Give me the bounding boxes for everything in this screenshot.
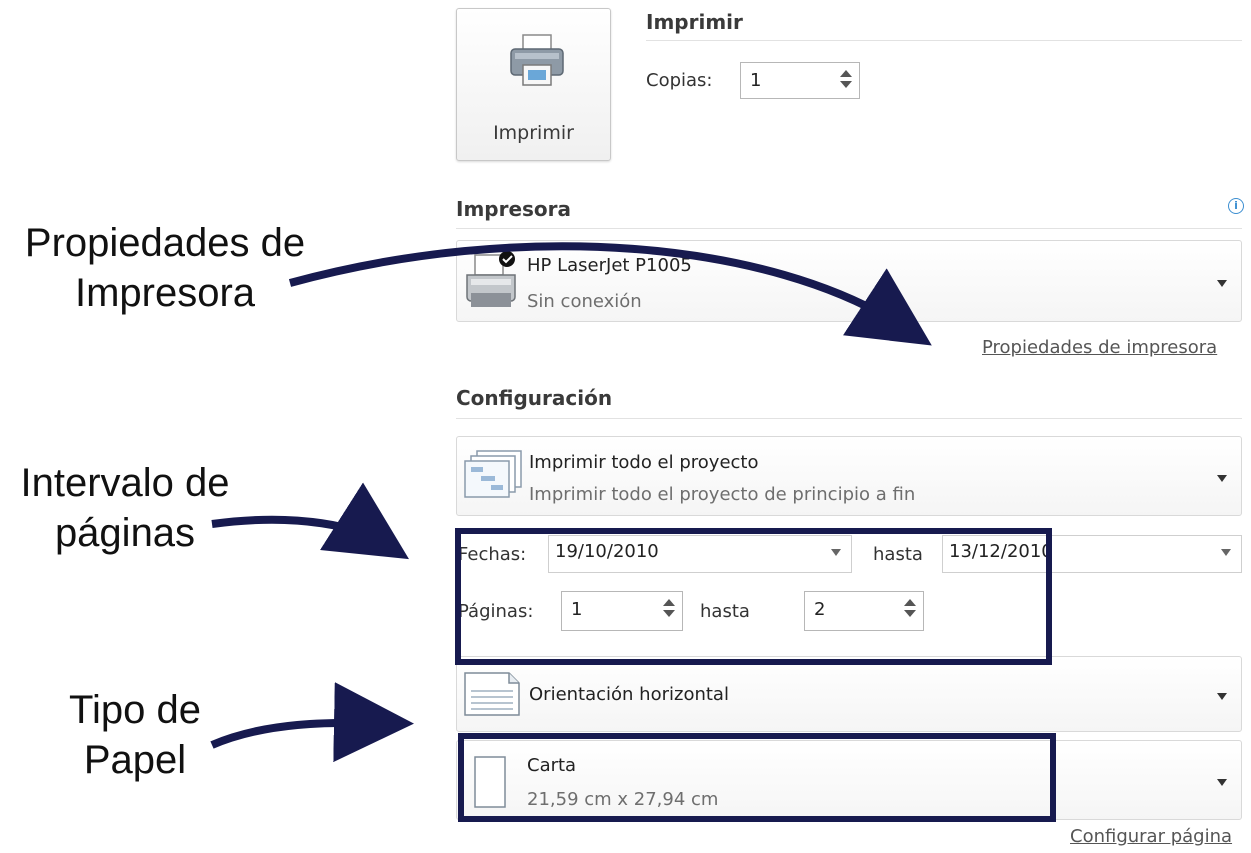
orientation-dropdown[interactable]: Orientación horizontal xyxy=(456,656,1242,732)
pages-to-spin-arrows[interactable] xyxy=(902,595,918,621)
chevron-down-icon[interactable] xyxy=(1221,549,1231,556)
callout-printer-properties: Propiedades de Impresora xyxy=(20,218,310,318)
pages-from-stepper[interactable]: 1 xyxy=(561,591,683,631)
orientation-label: Orientación horizontal xyxy=(529,684,729,705)
callout-paper-type-line-1: Tipo de xyxy=(69,688,201,732)
copies-spin-arrows[interactable] xyxy=(838,66,854,92)
spin-up-icon[interactable] xyxy=(904,599,916,606)
pages-from-value: 1 xyxy=(571,599,583,620)
spin-up-icon[interactable] xyxy=(840,70,852,77)
printer-status: Sin conexión xyxy=(527,291,642,312)
dates-to-label: hasta xyxy=(873,544,923,565)
chevron-down-icon[interactable] xyxy=(831,549,841,556)
pages-label: Páginas: xyxy=(458,601,534,622)
chevron-down-icon xyxy=(1217,280,1227,287)
print-section-title: Imprimir xyxy=(646,10,743,34)
printer-dropdown[interactable]: HP LaserJet P1005 Sin conexión xyxy=(456,240,1242,322)
info-icon[interactable]: i xyxy=(1228,198,1244,214)
date-to-value: 13/12/2010 xyxy=(949,541,1053,562)
settings-divider xyxy=(456,418,1242,419)
pages-to-label: hasta xyxy=(700,601,750,622)
print-range-dropdown[interactable]: Imprimir todo el proyecto Imprimir todo … xyxy=(456,436,1242,516)
printer-properties-link[interactable]: Propiedades de impresora xyxy=(982,337,1217,358)
project-pages-icon xyxy=(464,450,522,498)
printer-icon xyxy=(510,34,564,86)
callout-paper-type-line-2: Papel xyxy=(83,738,187,782)
spin-down-icon[interactable] xyxy=(904,610,916,617)
landscape-page-icon xyxy=(464,672,520,716)
print-range-title: Imprimir todo el proyecto xyxy=(529,452,759,473)
callout-page-range-line-2: páginas xyxy=(54,511,196,555)
chevron-down-icon xyxy=(1217,693,1227,700)
print-range-subtitle: Imprimir todo el proyecto de principio a… xyxy=(529,484,916,505)
arrow-to-paper-type xyxy=(210,682,414,763)
date-from-combobox[interactable]: 19/10/2010 xyxy=(548,535,852,573)
copies-label: Copias: xyxy=(646,70,713,91)
date-from-value: 19/10/2010 xyxy=(555,541,659,562)
pages-to-stepper[interactable]: 2 xyxy=(804,591,924,631)
print-button-label: Imprimir xyxy=(493,122,574,144)
callout-printer-properties-line-1: Propiedades de xyxy=(24,221,306,265)
copies-stepper[interactable]: 1 xyxy=(740,62,860,99)
dates-label: Fechas: xyxy=(458,544,527,565)
spin-up-icon[interactable] xyxy=(663,599,675,606)
paper-icon xyxy=(474,756,506,808)
spin-down-icon[interactable] xyxy=(840,81,852,88)
printer-status-icon xyxy=(466,251,516,307)
chevron-down-icon xyxy=(1217,475,1227,482)
callout-page-range: Intervalo de páginas xyxy=(0,458,250,558)
copies-value: 1 xyxy=(750,70,762,91)
callout-page-range-line-1: Intervalo de xyxy=(20,461,230,505)
paper-name: Carta xyxy=(527,755,577,776)
spin-down-icon[interactable] xyxy=(663,610,675,617)
chevron-down-icon xyxy=(1217,779,1227,786)
print-button[interactable]: Imprimir xyxy=(456,8,611,161)
callout-printer-properties-line-2: Impresora xyxy=(74,271,256,315)
settings-section-title: Configuración xyxy=(456,386,613,410)
date-to-combobox[interactable]: 13/12/2010 xyxy=(942,535,1242,573)
page-setup-link[interactable]: Configurar página xyxy=(1070,826,1232,847)
print-divider xyxy=(646,40,1242,41)
pages-to-value: 2 xyxy=(814,599,826,620)
paper-size: 21,59 cm x 27,94 cm xyxy=(527,789,719,810)
pages-from-spin-arrows[interactable] xyxy=(661,595,677,621)
paper-size-dropdown[interactable]: Carta 21,59 cm x 27,94 cm xyxy=(456,740,1242,820)
printer-section-title: Impresora xyxy=(456,197,572,221)
callout-paper-type: Tipo de Papel xyxy=(40,685,230,785)
printer-divider xyxy=(456,228,1242,229)
printer-name: HP LaserJet P1005 xyxy=(527,255,692,276)
